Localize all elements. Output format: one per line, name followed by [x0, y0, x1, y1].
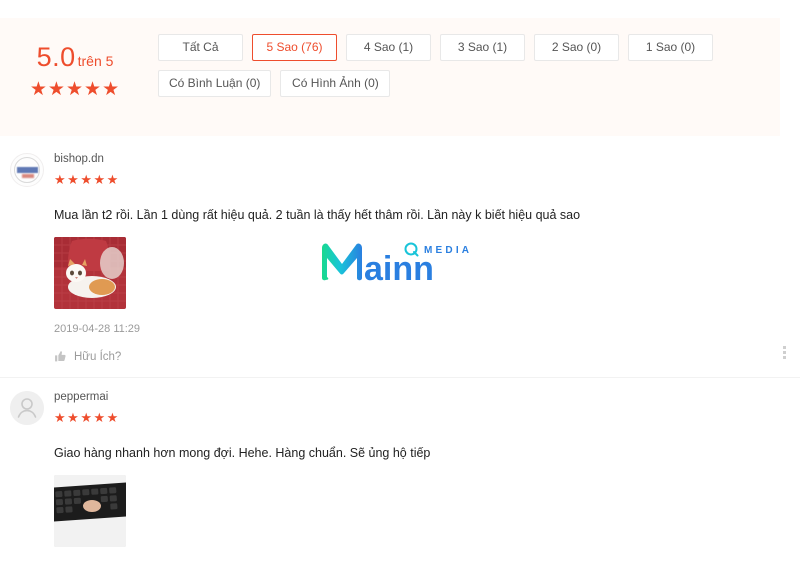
avatar-logo-script: [22, 174, 34, 178]
star-icon: ★: [54, 410, 68, 425]
more-options-icon[interactable]: [778, 346, 790, 359]
cat-on-red-chair-image: [54, 237, 126, 309]
overall-score: 5.0: [36, 42, 76, 72]
filter-row-star: Tất Cả 5 Sao (76) 4 Sao (1) 3 Sao (1) 2 …: [158, 34, 780, 61]
review-text: Mua lần t2 rồi. Lần 1 dùng rất hiệu quả.…: [54, 208, 581, 222]
star-icon: ★: [65, 79, 85, 100]
helpful-label[interactable]: Hữu Ích?: [74, 351, 121, 363]
rating-summary-header: 5.0 trên 5 ★★★★★ Tất Cả 5 Sao (76) 4 Sao …: [0, 18, 780, 136]
review-actions: Hữu Ích?: [54, 350, 780, 363]
filter-3-star[interactable]: 3 Sao (1): [440, 34, 525, 61]
table-row: peppermai ★★★★★ Giao hàng nhanh hơn mong…: [0, 377, 800, 561]
filter-all[interactable]: Tất Cả: [158, 34, 243, 61]
star-icon: ★: [106, 172, 120, 187]
review-list: bishop.dn ★★★★★ Mua lần t2 rồi. Lần 1 dù…: [0, 140, 800, 561]
star-icon: ★: [67, 410, 81, 425]
star-icon: ★: [93, 172, 107, 187]
overall-score-outof: trên 5: [77, 53, 114, 69]
review-star-rating: ★★★★★: [54, 171, 780, 189]
star-icon: ★: [67, 172, 81, 187]
review-text: Giao hàng nhanh hơn mong đợi. Hehe. Hàng…: [54, 446, 431, 460]
filter-row-content: Có Bình Luận (0) Có Hình Ảnh (0): [158, 70, 780, 97]
filter-2-star[interactable]: 2 Sao (0): [534, 34, 619, 61]
review-filter-group: Tất Cả 5 Sao (76) 4 Sao (1) 3 Sao (1) 2 …: [150, 32, 780, 106]
review-photo-list: [54, 475, 780, 547]
star-icon: ★: [47, 79, 66, 100]
filter-4-star[interactable]: 4 Sao (1): [346, 34, 431, 61]
star-icon: ★: [93, 410, 107, 425]
overall-rating-block: 5.0 trên 5 ★★★★★: [0, 32, 150, 100]
dot: [782, 351, 786, 354]
filter-with-comment[interactable]: Có Bình Luận (0): [158, 70, 272, 97]
review-star-rating: ★★★★★: [54, 409, 780, 427]
overall-star-rating: ★★★★★: [0, 80, 150, 100]
review-photo-list: [54, 237, 780, 309]
reviewer-name: bishop.dn: [54, 153, 104, 165]
thumbs-up-icon[interactable]: [54, 350, 67, 363]
avatar[interactable]: [10, 391, 44, 425]
star-icon: ★: [106, 410, 120, 425]
filter-with-image[interactable]: Có Hình Ảnh (0): [280, 70, 391, 97]
avatar[interactable]: [10, 153, 44, 187]
star-icon: ★: [29, 79, 48, 100]
avatar-logo-text: [17, 167, 38, 173]
review-photo[interactable]: [54, 475, 126, 547]
star-icon: ★: [54, 172, 68, 187]
review-photo[interactable]: [54, 237, 126, 309]
star-icon: ★: [80, 172, 94, 187]
filter-1-star[interactable]: 1 Sao (0): [628, 34, 713, 61]
review-timestamp: 2019-04-28 11:29: [54, 323, 141, 335]
star-icon: ★: [84, 79, 103, 100]
dot: [782, 356, 786, 359]
table-row: bishop.dn ★★★★★ Mua lần t2 rồi. Lần 1 dù…: [0, 140, 800, 377]
reviewer-name: peppermai: [54, 391, 109, 403]
filter-5-star[interactable]: 5 Sao (76): [252, 34, 337, 61]
star-icon: ★: [102, 79, 121, 100]
dot: [782, 346, 786, 349]
star-icon: ★: [80, 410, 94, 425]
person-icon: [10, 391, 44, 425]
black-keyboard-image: [54, 475, 126, 547]
overall-score-line: 5.0 trên 5: [0, 44, 150, 71]
